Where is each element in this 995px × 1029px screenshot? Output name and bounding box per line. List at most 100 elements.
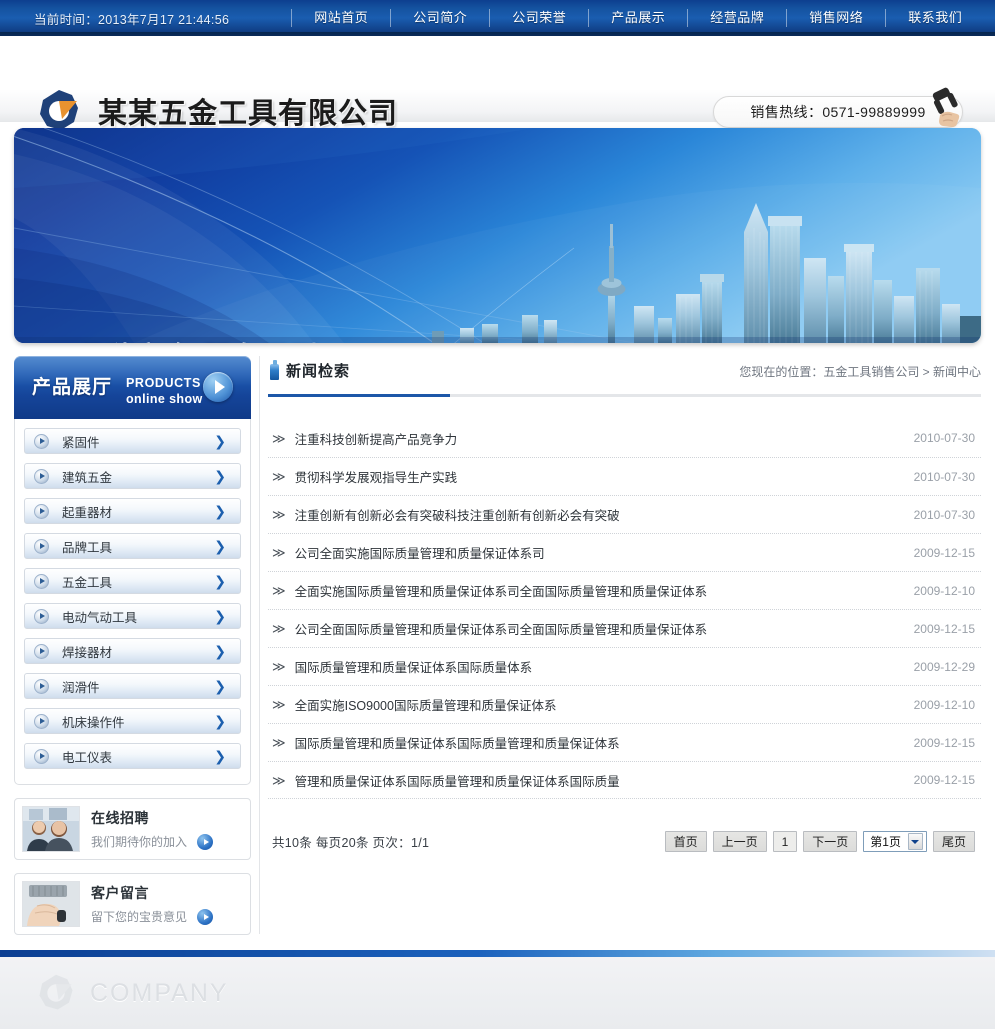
category-label: 建筑五金 [62,470,113,485]
news-list-item[interactable]: ≫ 国际质量管理和质量保证体系国际质量体系 2009-12-29 [268,647,981,685]
nav-item-home[interactable]: 网站首页 [292,8,390,28]
sidebar-item-machine-tool-parts[interactable]: 机床操作件 ❯ [24,708,241,734]
first-page-button[interactable]: 首页 [664,831,707,852]
sidebar-item-hardware-tools[interactable]: 五金工具 ❯ [24,568,241,594]
chevron-right-icon: ❯ [214,678,226,694]
news-list-item[interactable]: ≫ 注重科技创新提高产品竞争力 2010-07-30 [268,419,981,457]
news-list-item[interactable]: ≫ 国际质量管理和质量保证体系国际质量管理和质量保证体系 2009-12-15 [268,723,981,761]
sidebar-item-brand-tools[interactable]: 品牌工具 ❯ [24,533,241,559]
news-date: 2009-12-15 [913,773,975,787]
double-chevron-icon: ≫ [272,430,286,446]
products-title-cn: 产品展厅 [32,377,113,398]
news-date: 2010-07-30 [913,507,975,522]
nav-item-brands[interactable]: 经营品牌 [688,8,786,28]
news-list-item[interactable]: ≫ 公司全面国际质量管理和质量保证体系司全面国际质量管理和质量保证体系 2009… [268,609,981,647]
last-page-button[interactable]: 尾页 [932,831,975,852]
double-chevron-icon: ≫ [272,772,286,788]
sidebar-item-power-pneumatic-tools[interactable]: 电动气动工具 ❯ [24,603,241,629]
nav-item-products[interactable]: 产品展示 [589,8,687,28]
main-content: 新闻检索 您现在的位置：五金工具销售公司 > 新闻中心 ≫ 注重科技创新提高产品… [268,356,981,852]
products-showroom-header[interactable]: 产品展厅 PRODUCTS online show [14,356,251,419]
nav-item-contact[interactable]: 联系我们 [886,8,984,28]
news-list: ≫ 注重科技创新提高产品竞争力 2010-07-30 ≫ 贯彻科学发展观指导生产… [268,419,981,799]
category-label: 电动气动工具 [62,610,138,625]
product-category-list: 紧固件 ❯ 建筑五金 ❯ 起重器材 ❯ 品牌工具 ❯ 五金工具 ❯ 电动气动工具… [14,419,251,785]
page-select-value: 第1页 [870,835,901,849]
promo-texts: 客户留言 留下您的宝贵意见 [91,883,243,925]
play-arrow-icon[interactable] [197,833,214,850]
double-chevron-icon: ≫ [272,697,286,712]
page-root: 当前时间：2013年7月17 21:44:56 网站首页 公司简介 公司荣誉 产… [0,0,995,1029]
double-chevron-icon: ≫ [272,469,286,484]
hand-phone-icon [920,85,968,133]
sidebar-item-fasteners[interactable]: 紧固件 ❯ [24,428,241,454]
promo-title: 客户留言 [91,885,149,901]
news-title: 注重科技创新提高产品竞争力 [294,432,458,447]
category-label: 品牌工具 [62,540,113,555]
play-arrow-icon[interactable] [197,908,214,925]
top-navigation-bar: 当前时间：2013年7月17 21:44:56 网站首页 公司简介 公司荣誉 产… [0,0,995,36]
category-label: 机床操作件 [62,715,125,730]
news-title: 全面实施国际质量管理和质量保证体系司全面国际质量管理和质量保证体系 [294,585,708,599]
prev-page-button[interactable]: 上一页 [712,831,767,852]
sales-hotline-box[interactable]: 销售热线：0571-99889999 [713,87,963,128]
brand-name: 某某五金工具有限公司 [98,98,399,130]
news-title: 公司全面实施国际质量管理和质量保证体系司 [294,547,545,561]
site-footer: COMPANY | 关于我们 | 联系方式 | 客户留言 | 新闻动态 | 人才… [0,957,995,1029]
chevron-right-icon: ❯ [214,503,226,519]
sidebar-item-lubrication-parts[interactable]: 润滑件 ❯ [24,673,241,699]
news-date: 2009-12-15 [913,545,975,560]
bullet-play-icon [34,643,49,659]
bottle-icon [270,360,279,380]
sidebar-item-lifting-equipment[interactable]: 起重器材 ❯ [24,498,241,524]
promo-title: 在线招聘 [91,810,149,826]
footer-logo: COMPANY [36,973,229,1013]
pagination-controls: 首页 上一页 1 下一页 第1页 尾页 [664,831,975,852]
news-title: 国际质量管理和质量保证体系国际质量体系 [294,661,533,675]
double-chevron-icon: ≫ [272,735,286,750]
news-list-item[interactable]: ≫ 全面实施ISO9000国际质量管理和质量保证体系 2009-12-10 [268,685,981,723]
nav-item-sales-network[interactable]: 销售网络 [787,8,885,28]
news-list-item[interactable]: ≫ 注重创新有创新必会有突破科技注重创新有创新必会有突破 2010-07-30 [268,495,981,533]
news-list-item[interactable]: ≫ 公司全面实施国际质量管理和质量保证体系司 2009-12-15 [268,533,981,571]
category-label: 电工仪表 [62,750,113,765]
category-label: 五金工具 [62,575,113,590]
news-date: 2009-12-15 [913,735,975,750]
hero-banner[interactable]: 品种齐全 服务周到 [14,128,981,343]
news-list-item[interactable]: ≫ 全面实施国际质量管理和质量保证体系司全面国际质量管理和质量保证体系 2009… [268,571,981,609]
sidebar-item-electrical-instruments[interactable]: 电工仪表 ❯ [24,743,241,769]
promo-subtitle: 我们期待你的加入 [91,835,188,849]
site-header: 某某五金工具有限公司 销售热线：0571-99889999 [0,36,995,130]
chevron-right-icon: ❯ [214,433,226,449]
play-arrow-icon[interactable] [203,372,233,402]
current-time-label: 当前时间：2013年7月17 21:44:56 [34,12,230,27]
news-date: 2009-12-15 [913,621,975,636]
category-label: 焊接器材 [62,645,113,660]
promo-subtitle: 留下您的宝贵意见 [91,910,188,924]
news-title: 全面实施ISO9000国际质量管理和质量保证体系 [294,699,557,713]
sidebar-item-building-hardware[interactable]: 建筑五金 ❯ [24,463,241,489]
page-number-1[interactable]: 1 [772,831,798,852]
promo-online-recruitment[interactable]: 在线招聘 我们期待你的加入 [14,798,251,860]
chevron-down-icon[interactable] [907,833,923,850]
bullet-play-icon [34,713,49,729]
sidebar-item-welding-equipment[interactable]: 焊接器材 ❯ [24,638,241,664]
news-date: 2009-12-10 [913,583,975,598]
double-chevron-icon: ≫ [272,545,286,560]
news-list-item[interactable]: ≫ 贯彻科学发展观指导生产实践 2010-07-30 [268,457,981,495]
chevron-right-icon: ❯ [214,748,226,764]
chevron-right-icon: ❯ [214,713,226,729]
hand-mouse-photo [22,881,80,927]
next-page-button[interactable]: 下一页 [803,831,858,852]
category-label: 起重器材 [62,505,113,520]
double-chevron-icon: ≫ [272,621,286,636]
nav-item-about[interactable]: 公司简介 [391,8,489,28]
nav-item-honor[interactable]: 公司荣誉 [490,8,588,28]
category-label: 紧固件 [62,435,100,450]
promo-customer-message[interactable]: 客户留言 留下您的宝贵意见 [14,873,251,935]
footer-color-strip [0,950,995,957]
page-select-dropdown[interactable]: 第1页 [863,831,927,852]
double-chevron-icon: ≫ [272,659,286,674]
news-list-item[interactable]: ≫ 管理和质量保证体系国际质量管理和质量保证体系国际质量 2009-12-15 [268,761,981,799]
sales-hotline-text: 销售热线：0571-99889999 [750,104,926,120]
